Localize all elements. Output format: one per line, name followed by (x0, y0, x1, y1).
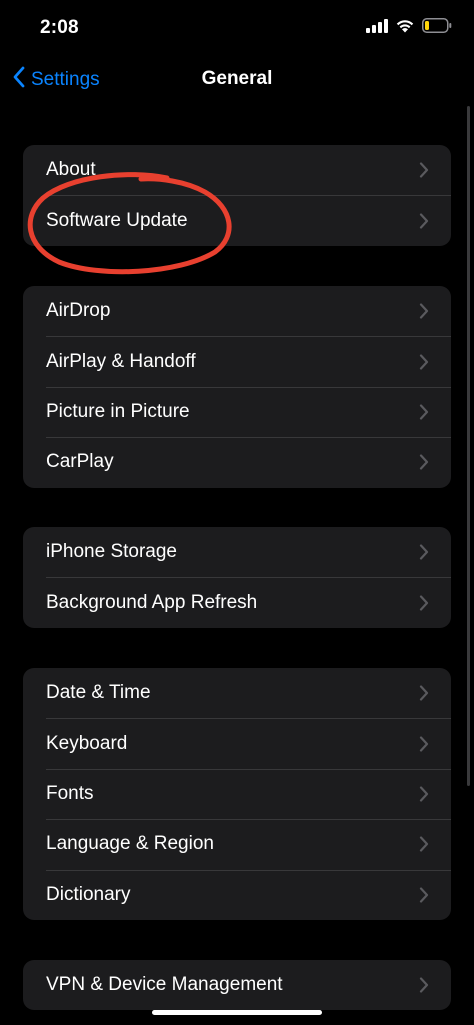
row-label: iPhone Storage (46, 541, 177, 563)
settings-group-storage: iPhone Storage Background App Refresh (23, 527, 451, 628)
row-label: Date & Time (46, 682, 151, 704)
back-button[interactable]: Settings (12, 66, 100, 94)
settings-group-regional: Date & Time Keyboard Fonts Language & Re… (23, 668, 451, 920)
chevron-right-icon (419, 836, 429, 852)
row-label: AirPlay & Handoff (46, 350, 196, 372)
row-date-time[interactable]: Date & Time (23, 668, 451, 718)
chevron-right-icon (419, 353, 429, 370)
row-iphone-storage[interactable]: iPhone Storage (23, 527, 451, 577)
battery-icon (422, 18, 452, 38)
chevron-right-icon (419, 735, 429, 752)
chevron-right-icon (419, 685, 429, 701)
row-carplay[interactable]: CarPlay (23, 437, 451, 487)
chevron-right-icon (419, 594, 429, 611)
row-label: Fonts (46, 782, 94, 804)
chevron-left-icon (12, 66, 25, 94)
settings-group-about: About Software Update (23, 145, 451, 246)
row-vpn-device-management[interactable]: VPN & Device Management (23, 960, 451, 1010)
row-label: Software Update (46, 209, 188, 231)
status-icons (366, 18, 452, 38)
row-dictionary[interactable]: Dictionary (23, 869, 451, 920)
chevron-right-icon (419, 454, 429, 470)
row-label: VPN & Device Management (46, 974, 283, 996)
home-indicator[interactable] (152, 1010, 322, 1015)
chevron-right-icon (419, 212, 429, 229)
row-label: Keyboard (46, 732, 128, 754)
row-label: Language & Region (46, 833, 214, 855)
chevron-right-icon (419, 544, 429, 560)
chevron-right-icon (419, 162, 429, 178)
chevron-right-icon (419, 887, 429, 903)
chevron-right-icon (419, 977, 429, 993)
row-label: Dictionary (46, 883, 131, 905)
row-airdrop[interactable]: AirDrop (23, 286, 451, 336)
row-label: Background App Refresh (46, 591, 258, 613)
row-software-update[interactable]: Software Update (23, 195, 451, 245)
back-button-label: Settings (31, 69, 100, 90)
row-label: About (46, 159, 96, 181)
settings-group-connectivity: AirDrop AirPlay & Handoff Picture in Pic… (23, 286, 451, 488)
row-picture-in-picture[interactable]: Picture in Picture (23, 386, 451, 437)
row-language-region[interactable]: Language & Region (23, 819, 451, 869)
cellular-signal-icon (366, 18, 388, 38)
row-label: AirDrop (46, 300, 111, 322)
row-background-app-refresh[interactable]: Background App Refresh (23, 577, 451, 627)
chevron-right-icon (419, 786, 429, 802)
chevron-right-icon (419, 404, 429, 420)
row-fonts[interactable]: Fonts (23, 768, 451, 819)
row-about[interactable]: About (23, 145, 451, 195)
status-time: 2:08 (40, 17, 79, 38)
wifi-icon (395, 18, 415, 38)
scroll-indicator[interactable] (467, 106, 470, 786)
row-label: Picture in Picture (46, 400, 190, 422)
chevron-right-icon (419, 303, 429, 319)
row-airplay-handoff[interactable]: AirPlay & Handoff (23, 336, 451, 386)
settings-group-vpn: VPN & Device Management (23, 960, 451, 1011)
row-keyboard[interactable]: Keyboard (23, 718, 451, 768)
status-bar: 2:08 (0, 0, 474, 56)
row-label: CarPlay (46, 451, 114, 473)
navigation-bar: General Settings (0, 56, 474, 106)
